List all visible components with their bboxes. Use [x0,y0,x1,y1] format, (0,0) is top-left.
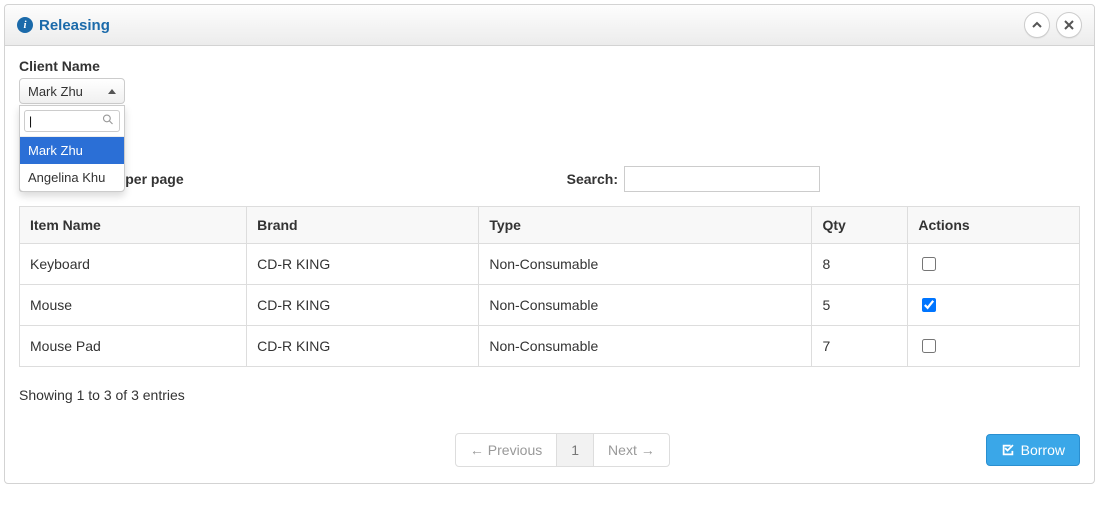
borrow-button[interactable]: Borrow [986,434,1080,466]
th-item-name[interactable]: Item Name [20,207,247,244]
collapse-button[interactable] [1024,12,1050,38]
caret-up-icon [108,89,116,94]
th-qty[interactable]: Qty [812,207,908,244]
client-name-label: Client Name [19,58,1080,74]
th-brand[interactable]: Brand [247,207,479,244]
row-checkbox[interactable] [922,339,936,353]
pagination: ← Previous 1 Next → [455,433,670,467]
panel-header: i Releasing [5,5,1094,46]
table-header-row: Item Name Brand Type Qty Actions [20,207,1080,244]
page-prev-button[interactable]: ← Previous [455,433,557,467]
info-icon: i [17,17,33,33]
th-type[interactable]: Type [479,207,812,244]
panel-body: Client Name Mark Zhu Mark Zhu Angelina K… [5,46,1094,483]
row-checkbox[interactable] [922,257,936,271]
chevron-up-icon [1032,20,1042,30]
table-row: Mouse CD-R KING Non-Consumable 5 [20,285,1080,326]
cell-qty: 7 [812,326,908,367]
cell-qty: 8 [812,244,908,285]
search-label: Search: [567,171,618,187]
table-row: Mouse Pad CD-R KING Non-Consumable 7 [20,326,1080,367]
th-actions[interactable]: Actions [908,207,1080,244]
cell-actions [908,326,1080,367]
client-name-dropdown: Mark Zhu Mark Zhu Angelina Khu [19,78,125,104]
table-footer: ← Previous 1 Next → Borrow [19,433,1080,467]
cell-type: Non-Consumable [479,244,812,285]
search-input[interactable] [624,166,820,192]
edit-check-icon [1001,443,1015,457]
page-number-button[interactable]: 1 [556,433,594,467]
page-next-button[interactable]: Next → [593,433,670,467]
table-search-control: Search: [567,166,820,192]
cell-brand: CD-R KING [247,285,479,326]
cell-brand: CD-R KING [247,244,479,285]
table-row: Keyboard CD-R KING Non-Consumable 8 [20,244,1080,285]
cell-brand: CD-R KING [247,326,479,367]
cell-item: Mouse [20,285,247,326]
cell-type: Non-Consumable [479,326,812,367]
client-name-selected: Mark Zhu [28,84,83,99]
cell-item: Mouse Pad [20,326,247,367]
client-search-wrap [20,106,124,137]
cell-actions [908,244,1080,285]
borrow-label: Borrow [1021,442,1065,458]
cell-actions [908,285,1080,326]
cell-qty: 5 [812,285,908,326]
releasing-panel: i Releasing Client Name Mark Zhu [4,4,1095,484]
client-name-menu: Mark Zhu Angelina Khu [19,105,125,192]
client-search-input[interactable] [24,110,120,132]
panel-title: i Releasing [17,17,110,34]
items-table: Item Name Brand Type Qty Actions Keyboar… [19,206,1080,367]
panel-actions [1024,12,1082,38]
row-checkbox[interactable] [922,298,936,312]
table-info: Showing 1 to 3 of 3 entries [19,387,1080,403]
close-icon [1064,20,1074,30]
panel-title-text: Releasing [39,17,110,34]
client-option-1[interactable]: Angelina Khu [20,164,124,191]
cell-type: Non-Consumable [479,285,812,326]
cell-item: Keyboard [20,244,247,285]
client-option-0[interactable]: Mark Zhu [20,137,124,164]
table-toolbar: 10 records per page Search: [19,166,1080,192]
client-name-toggle[interactable]: Mark Zhu [19,78,125,104]
close-button[interactable] [1056,12,1082,38]
